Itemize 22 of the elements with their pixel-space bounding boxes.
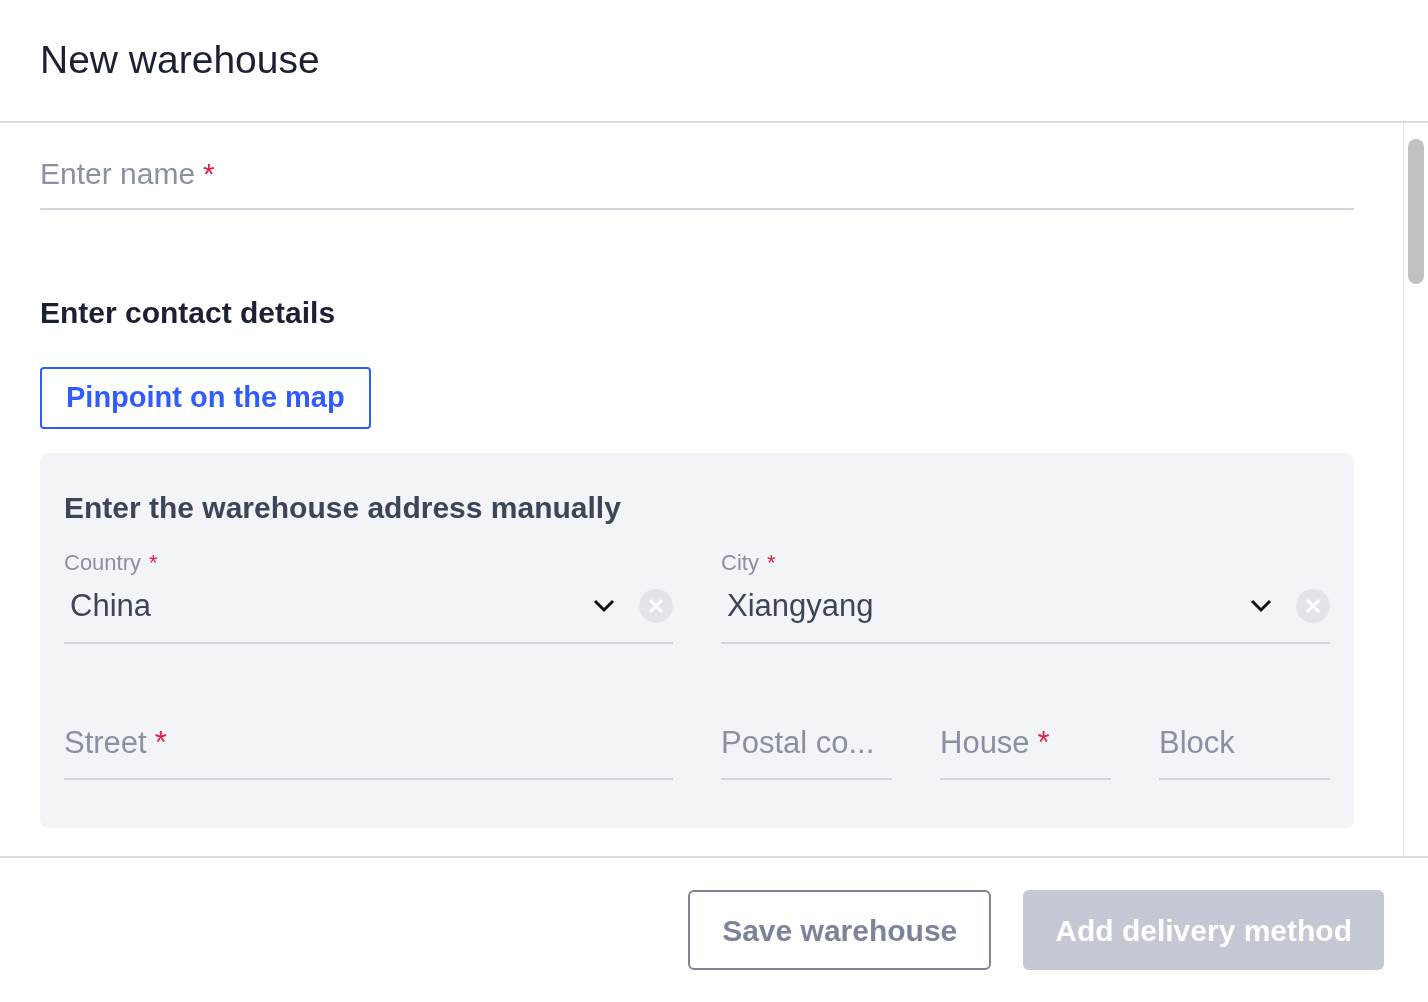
- section-title: Enter contact details: [40, 295, 337, 331]
- text-field[interactable]: Block: [1159, 719, 1330, 780]
- chevron-down-icon: [593, 599, 615, 614]
- select-field[interactable]: City * Xiangyang: [721, 546, 1330, 644]
- required-asterisk: *: [766, 550, 776, 575]
- text-field[interactable]: House *: [940, 719, 1111, 780]
- pinpoint-map-button[interactable]: Pinpoint on the map: [40, 367, 371, 429]
- panel-title: Enter the warehouse address manually: [64, 490, 622, 526]
- chevron-down-icon: [1250, 599, 1272, 614]
- select-field[interactable]: Country * China: [64, 546, 673, 644]
- dialog-title: New warehouse: [40, 37, 320, 84]
- clear-icon[interactable]: [639, 589, 673, 624]
- required-asterisk: *: [203, 157, 215, 190]
- name-field[interactable]: Enter name *: [40, 151, 1354, 210]
- clear-icon[interactable]: [1296, 589, 1330, 624]
- text-field[interactable]: Postal co...: [721, 719, 892, 780]
- text-field[interactable]: Street *: [64, 719, 673, 780]
- scrollbar-thumb[interactable]: [1408, 139, 1424, 284]
- required-asterisk: *: [1037, 724, 1050, 760]
- required-asterisk: *: [154, 724, 167, 760]
- save-button[interactable]: Save warehouse: [688, 890, 992, 970]
- required-asterisk: *: [149, 550, 158, 575]
